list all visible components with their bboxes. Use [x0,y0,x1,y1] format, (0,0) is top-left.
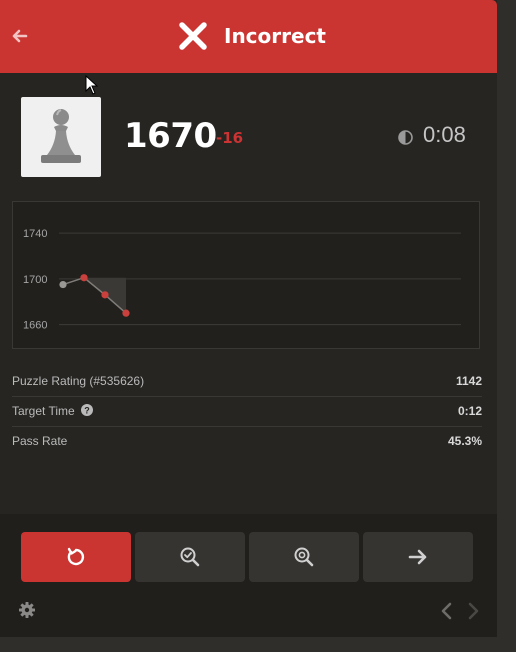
pawn-icon [41,109,81,163]
puzzle-rating-label: Puzzle Rating (#535626) [12,374,145,388]
avatar [21,97,101,177]
back-button[interactable] [10,26,30,46]
arrow-right-icon [408,549,427,565]
retry-button[interactable] [21,532,131,582]
pass-rate-row: Pass Rate 45.3% [12,426,482,456]
half-circle-clock-icon [398,130,413,145]
y-tick-label: 1660 [23,320,47,332]
pass-rate-value: 45.3% [447,434,482,448]
rating-delta: -16 [216,129,244,147]
arrow-left-icon [12,29,28,43]
chevron-right-icon[interactable] [466,602,480,620]
magnifier-check-icon [180,547,200,567]
puzzle-rating-value: 1142 [455,374,482,388]
data-point [101,291,109,299]
data-point [122,309,130,317]
player-rating: 1670 [124,116,217,156]
puzzle-rating-row: Puzzle Rating (#535626) 1142 [12,366,482,396]
retry-icon [67,547,85,566]
y-tick-label: 1740 [23,228,47,240]
gear-icon[interactable] [18,601,36,619]
target-time-row: Target Time ? 0:12 [12,396,482,426]
puzzle-timer: 0:08 [423,122,466,147]
magnifier-target-icon [294,547,314,567]
pass-rate-label: Pass Rate [12,434,68,448]
solution-button[interactable] [135,532,245,582]
header-title: Incorrect [224,24,326,48]
target-time-label: Target Time [12,404,75,418]
next-button[interactable] [363,532,473,582]
y-tick-label: 1700 [23,274,47,286]
chevron-left-icon[interactable] [440,602,454,620]
data-point [80,274,88,282]
help-icon[interactable]: ? [80,404,93,416]
header-title-group: Incorrect [178,18,326,54]
data-point [59,280,67,289]
target-time-label-group: Target Time ? [12,404,93,418]
result-header: Incorrect [0,0,497,73]
target-time-value: 0:12 [457,404,482,418]
svg-text:?: ? [84,406,90,416]
analysis-button[interactable] [249,532,359,582]
rating-chart-svg: 1740 1700 1660 [23,228,461,332]
mouse-cursor-icon [85,75,99,95]
rating-chart: 1740 1700 1660 [12,201,480,349]
x-icon [179,22,207,50]
